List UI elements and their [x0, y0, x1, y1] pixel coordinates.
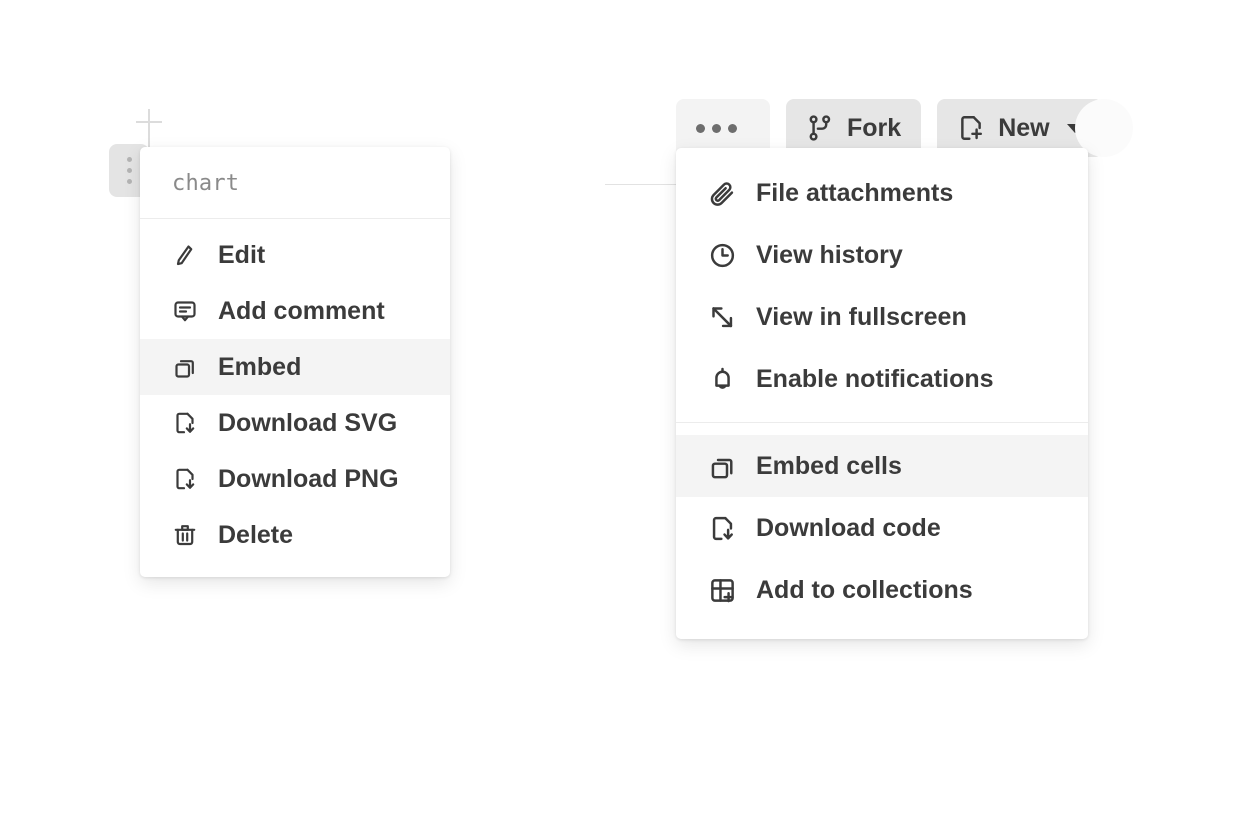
menu-item-label: Add comment: [218, 299, 385, 324]
grid-plus-icon: [708, 576, 736, 604]
menu-item-file-attachments[interactable]: File attachments: [676, 162, 1088, 224]
comment-icon: [172, 298, 198, 324]
drag-dot: [127, 179, 132, 184]
menu-item-view-history[interactable]: View history: [676, 224, 1088, 286]
cell-menu-list: Edit Add comment: [140, 219, 450, 577]
clock-icon: [708, 241, 736, 269]
menu-item-add-comment[interactable]: Add comment: [140, 283, 450, 339]
menu-item-embed[interactable]: Embed: [140, 339, 450, 395]
menu-item-label: View history: [756, 243, 903, 268]
paperclip-icon: [708, 179, 736, 207]
menu-item-delete[interactable]: Delete: [140, 507, 450, 563]
pencil-icon: [172, 242, 198, 268]
menu-item-download-code[interactable]: Download code: [676, 497, 1088, 559]
menu-item-label: File attachments: [756, 181, 953, 206]
menu-item-label: Download PNG: [218, 467, 399, 492]
copy-icon: [172, 354, 198, 380]
ellipsis-icon: [696, 124, 737, 133]
menu-item-view-in-fullscreen[interactable]: View in fullscreen: [676, 286, 1088, 348]
bell-icon: [708, 365, 736, 393]
menu-item-label: Download SVG: [218, 411, 397, 436]
new-button-label: New: [998, 114, 1049, 143]
menu-item-label: Download code: [756, 516, 941, 541]
menu-item-edit[interactable]: Edit: [140, 227, 450, 283]
fork-icon: [806, 114, 834, 142]
trash-icon: [172, 522, 198, 548]
cell-context-menu: chart Edit: [140, 147, 450, 577]
notebook-menu-group-two: Embed cells Download code: [676, 423, 1088, 639]
drag-dot: [127, 168, 132, 173]
file-download-icon: [172, 410, 198, 436]
menu-item-download-png[interactable]: Download PNG: [140, 451, 450, 507]
fullscreen-icon: [708, 303, 736, 331]
menu-item-label: Embed: [218, 355, 301, 380]
menu-item-label: Add to collections: [756, 578, 973, 603]
fork-button-label: Fork: [847, 114, 901, 143]
menu-item-label: Embed cells: [756, 454, 902, 479]
notebook-options-menu: File attachments View history: [676, 148, 1088, 639]
menu-item-embed-cells[interactable]: Embed cells: [676, 435, 1088, 497]
copy-icon: [708, 452, 736, 480]
drag-dot: [127, 157, 132, 162]
menu-item-enable-notifications[interactable]: Enable notifications: [676, 348, 1088, 410]
menu-item-add-to-collections[interactable]: Add to collections: [676, 559, 1088, 621]
plus-icon[interactable]: [136, 109, 162, 135]
menu-item-download-svg[interactable]: Download SVG: [140, 395, 450, 451]
menu-item-label: View in fullscreen: [756, 305, 967, 330]
menu-item-label: Delete: [218, 523, 293, 548]
cell-menu-header: chart: [140, 147, 450, 219]
menu-item-label: Edit: [218, 243, 265, 268]
file-plus-icon: [957, 114, 985, 142]
menu-item-label: Enable notifications: [756, 367, 994, 392]
app-canvas: chart Edit: [0, 0, 1252, 822]
plus-icon-vertical-bar: [148, 109, 150, 135]
notebook-menu-group-one: File attachments View history: [676, 148, 1088, 422]
file-download-icon: [172, 466, 198, 492]
file-download-icon: [708, 514, 736, 542]
